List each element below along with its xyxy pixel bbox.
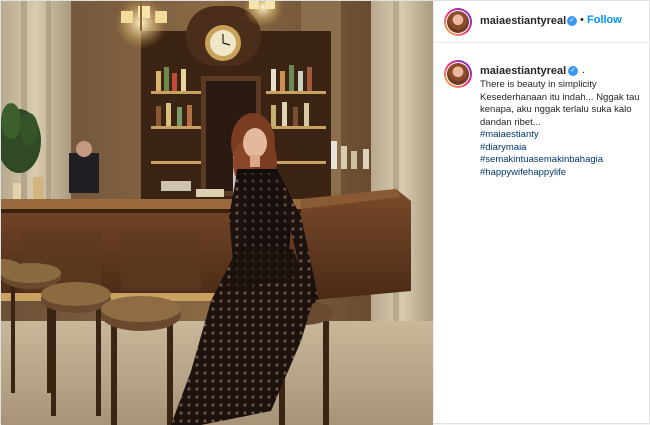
caption-username-row: maiaestiantyreal ✓ . [480,64,650,79]
avatar-photo [447,63,469,85]
caption-line: There is beauty in simplicity [480,79,597,90]
verified-badge-icon: ✓ [567,16,577,26]
avatar-ring [446,10,470,34]
avatar-photo [447,11,469,33]
profile-avatar[interactable] [444,8,472,36]
post-photo[interactable] [1,1,433,425]
follow-button[interactable]: Follow [587,14,622,26]
header-username[interactable]: maiaestiantyreal [480,15,566,27]
caption-avatar[interactable] [444,60,472,88]
caption-line: Kesederhanaan itu indah... Nggak tau [480,91,640,103]
instagram-post: maiaestiantyreal ✓ • Follow maiaestianty… [0,0,650,425]
caption-line: dandan ribet... [480,116,541,128]
caption-text: There is beauty in simplicity Kesederhan… [480,79,650,179]
post-header: maiaestiantyreal ✓ • Follow [434,1,650,43]
hashtag-link[interactable]: #happywifehappylife [480,167,650,180]
caption-username[interactable]: maiaestiantyreal [480,65,566,77]
hashtag-link[interactable]: #semakintuasemakinbahagia [480,154,650,167]
hashtag-link[interactable]: #diarymaia [480,142,650,155]
bar-scene-illustration [1,1,433,425]
avatar-ring [446,62,470,86]
post-side-panel: maiaestiantyreal ✓ • Follow maiaestianty… [433,1,650,425]
caption-first-text: . [582,64,586,76]
hashtag-link[interactable]: #maiaestianty [480,129,650,142]
verified-badge-icon: ✓ [568,66,578,76]
follow-separator: • [580,14,584,26]
caption-line: kenapa, aku nggak terlalu suka kalo [480,104,632,115]
